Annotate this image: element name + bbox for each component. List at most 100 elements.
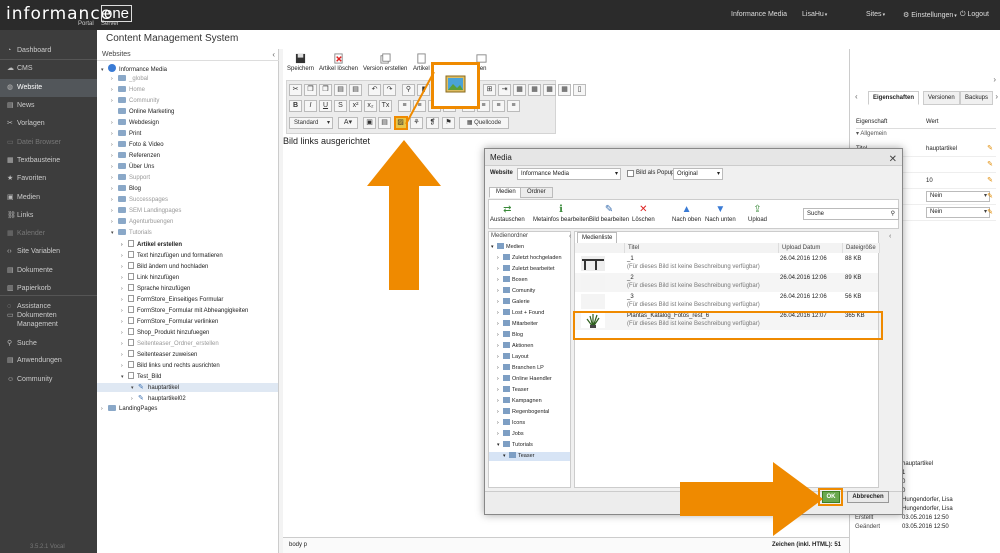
chevron-down-icon[interactable]: ▾	[131, 384, 138, 393]
chevron-right-icon[interactable]: ›	[111, 130, 118, 139]
media-folder-item[interactable]: › Zuletzt bearbeitet	[497, 265, 555, 274]
tree-item[interactable]: › Agenturbuengen	[111, 218, 173, 227]
sidebar-item-website[interactable]: ◍ Website	[0, 79, 97, 97]
tree-item[interactable]: › Webdesign	[111, 119, 159, 128]
clear-format-icon[interactable]: Tx	[379, 100, 392, 112]
chevron-right-icon[interactable]: ›	[131, 395, 138, 404]
tree-item[interactable]: › Über Uns	[111, 163, 154, 172]
tree-item[interactable]: › ✎ hauptartikel02	[131, 394, 186, 403]
sidebar-item-links[interactable]: ⛓Links	[0, 207, 97, 225]
tree-item[interactable]: › Sprache hinzufügen	[121, 284, 190, 293]
chevron-right-icon[interactable]: ›	[111, 141, 118, 150]
table-tool-icon[interactable]: ▦	[558, 84, 571, 96]
save-button[interactable]: Speichern	[287, 53, 314, 72]
tab-versionen[interactable]: Versionen	[923, 91, 960, 105]
sidebar-item-site-variablen[interactable]: ‹› Site Variablen	[0, 243, 97, 261]
editor-content[interactable]: Bild links ausgerichtet	[283, 136, 370, 146]
media-folder-item[interactable]: › Zuletzt hochgeladen	[497, 254, 562, 263]
sidebar-item-datei-browser[interactable]: ▭ Datei Browser	[0, 134, 97, 152]
table-tool-icon[interactable]: ▯	[573, 84, 586, 96]
sidebar-item-dashboard[interactable]: ◔ Dashboard	[0, 42, 97, 60]
tree-item[interactable]: ▾ ✎ hauptartikel	[97, 383, 278, 392]
sidebar-item-management[interactable]: Management	[0, 320, 97, 330]
sidebar-item-vorlagen[interactable]: ✂ Vorlagen	[0, 115, 97, 133]
close-icon[interactable]: ✕	[889, 151, 897, 168]
media-folder-item[interactable]: › Lost + Found	[497, 309, 544, 318]
tree-item[interactable]: › Referenzen	[111, 152, 160, 161]
media-folder-item[interactable]: › Galerie	[497, 298, 530, 307]
tab-scroll-right-icon[interactable]: ›	[995, 92, 998, 101]
style-select[interactable]: Standard ▾	[289, 117, 333, 129]
tree-item[interactable]: › Print	[111, 130, 141, 139]
sidebar-item-cms[interactable]: ☁ CMS	[0, 60, 97, 78]
website-select[interactable]: Informance Media ▾	[517, 168, 621, 180]
paste-icon[interactable]: ❐	[319, 84, 332, 96]
sidebar-item-community[interactable]: ☺ Community	[0, 371, 97, 389]
template-icon[interactable]: ▤	[378, 117, 391, 129]
media-folder-item[interactable]: › Layout	[497, 353, 529, 362]
bold-icon[interactable]: B	[289, 100, 302, 112]
text-color-button[interactable]: A▾	[338, 117, 358, 129]
chevron-down-icon[interactable]: ▾	[121, 373, 128, 382]
tree-item[interactable]: ▾ Tutorials	[111, 229, 152, 238]
tree-item[interactable]: › Artikel erstellen	[121, 240, 182, 249]
pencil-icon[interactable]: ✎	[987, 157, 993, 173]
col-titel[interactable]: Titel	[625, 243, 779, 253]
l-schen-button[interactable]: ✕ Löschen	[632, 204, 655, 223]
chevron-right-icon[interactable]: ›	[121, 296, 128, 305]
tab-ordner[interactable]: Ordner	[520, 187, 553, 198]
media-folder-item[interactable]: › Mitarbeiter	[497, 320, 538, 329]
sidebar-item-suche[interactable]: ⚲ Suche	[0, 335, 97, 353]
align-justify-icon[interactable]: ≡	[507, 100, 520, 112]
tab-medien[interactable]: Medien	[489, 187, 523, 198]
chevron-right-icon[interactable]: ›	[111, 174, 118, 183]
chevron-down-icon[interactable]: ▾	[111, 229, 118, 238]
media-folder-item[interactable]: ▾ Tutorials	[497, 441, 533, 450]
chevron-right-icon[interactable]: ›	[111, 75, 118, 84]
media-folder-item[interactable]: ▾ Teaser	[489, 452, 570, 461]
media-list-row[interactable]: _3 (Für dieses Bild ist keine Beschreibun…	[575, 292, 878, 311]
chevron-right-icon[interactable]: ›	[121, 285, 128, 294]
table-tool-icon[interactable]: ⊞	[483, 84, 496, 96]
tree-item[interactable]: › Seitenteaser zuweisen	[121, 350, 197, 359]
prop-select[interactable]: Nein	[926, 191, 990, 202]
pencil-icon[interactable]: ✎	[987, 141, 993, 157]
popup-checkbox[interactable]	[627, 170, 634, 177]
chevron-right-icon[interactable]: ›	[111, 207, 118, 216]
cut-icon[interactable]: ✂	[289, 84, 302, 96]
media-folder-item[interactable]: › Jobs	[497, 430, 524, 439]
tree-item[interactable]: ▾ Test_Bild	[121, 372, 161, 381]
redo-icon[interactable]: ↷	[383, 84, 396, 96]
chevron-right-icon[interactable]: ›	[121, 329, 128, 338]
chevron-right-icon[interactable]: ›	[111, 152, 118, 161]
align-right-icon[interactable]: ≡	[492, 100, 505, 112]
tab-eigenschaften[interactable]: Eigenschaften	[868, 91, 920, 105]
sidebar-item-medien[interactable]: ▣ Medien	[0, 189, 97, 207]
tree-item[interactable]: › _global	[111, 75, 148, 84]
chevron-right-icon[interactable]: ›	[121, 362, 128, 371]
strike-icon[interactable]: S	[334, 100, 347, 112]
delete-article-button[interactable]: Artikel löschen	[319, 53, 358, 72]
chevron-right-icon[interactable]: ›	[111, 119, 118, 128]
user-menu[interactable]: LisaHu▾	[802, 11, 827, 18]
media-list-row[interactable]: _1 (Für dieses Bild ist keine Beschreibun…	[575, 254, 878, 273]
sidebar-item-kalender[interactable]: ▦ Kalender	[0, 225, 97, 243]
italic-icon[interactable]: I	[304, 100, 317, 112]
create-version-button[interactable]: Version erstellen	[363, 53, 407, 72]
chevron-right-icon[interactable]: ›	[121, 241, 128, 250]
tree-item[interactable]: › Link hinzufügen	[121, 273, 179, 282]
tree-item[interactable]: › Foto & Video	[111, 141, 164, 150]
popup-size-select[interactable]: Original ▾	[673, 168, 723, 180]
media-folder-item[interactable]: › Comunity	[497, 287, 535, 296]
bild-bearbeiten-button[interactable]: ✎ Bild bearbeiten	[589, 204, 629, 223]
media-folder-item[interactable]: › Teaser	[497, 386, 529, 395]
table-tool-icon[interactable]: ▦	[528, 84, 541, 96]
paste-word-icon[interactable]: ▤	[349, 84, 362, 96]
media-folder-item[interactable]: › Online Haendler	[497, 375, 552, 384]
tree-item[interactable]: › Seitenteaser_Ordner_erstellen	[121, 339, 219, 348]
tree-item[interactable]: › Community	[111, 97, 159, 106]
pencil-icon[interactable]: ✎	[987, 189, 993, 205]
special-char-icon[interactable]: ▣	[363, 117, 376, 129]
tree-item[interactable]: › Text hinzufügen und formatieren	[121, 251, 223, 260]
chevron-right-icon[interactable]: ›	[121, 263, 128, 272]
